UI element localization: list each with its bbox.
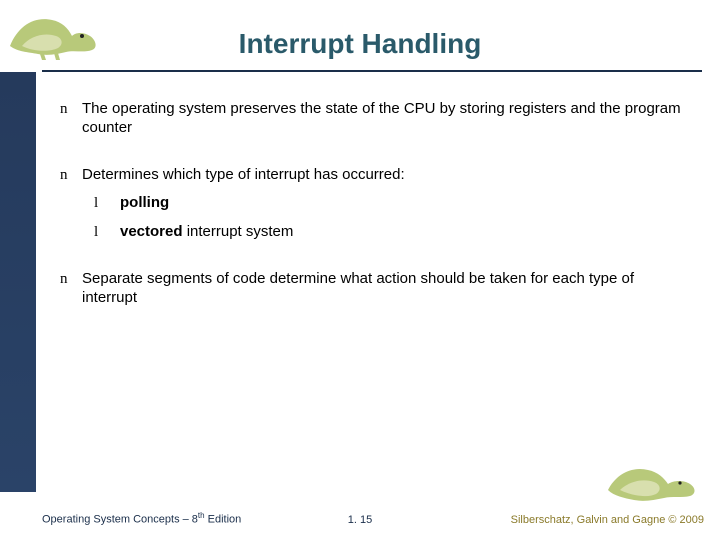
bullet-item: n Separate segments of code determine wh… — [60, 270, 688, 308]
bullet-mark-l: l — [94, 194, 120, 213]
slide-footer: Operating System Concepts – 8th Edition … — [0, 492, 720, 540]
bullet-text: Determines which type of interrupt has o… — [82, 166, 688, 185]
dinosaur-logo-bottom — [604, 456, 704, 506]
bullet-mark-n: n — [60, 166, 82, 185]
sub-bullet-item: l vectored interrupt system — [94, 223, 688, 242]
bullet-mark-n: n — [60, 270, 82, 289]
slide-content: n The operating system preserves the sta… — [60, 100, 688, 335]
bullet-item: n The operating system preserves the sta… — [60, 100, 688, 138]
bullet-mark-n: n — [60, 100, 82, 119]
keyword-polling: polling — [120, 194, 169, 211]
bullet-text: Separate segments of code determine what… — [82, 270, 688, 308]
footer-copyright: Silberschatz, Galvin and Gagne © 2009 — [511, 514, 704, 526]
sub-bullet-text: vectored interrupt system — [120, 223, 688, 242]
title-underline — [42, 70, 702, 72]
bullet-mark-l: l — [94, 223, 120, 242]
bullet-item: n Determines which type of interrupt has… — [60, 166, 688, 185]
left-sidebar-strip — [0, 72, 36, 492]
keyword-vectored: vectored — [120, 223, 183, 240]
bullet-text: The operating system preserves the state… — [82, 100, 688, 138]
slide-title: Interrupt Handling — [0, 28, 720, 60]
sub-bullet-text: polling — [120, 194, 688, 213]
sub-bullet-rest: interrupt system — [183, 223, 294, 240]
sub-bullet-item: l polling — [94, 194, 688, 213]
